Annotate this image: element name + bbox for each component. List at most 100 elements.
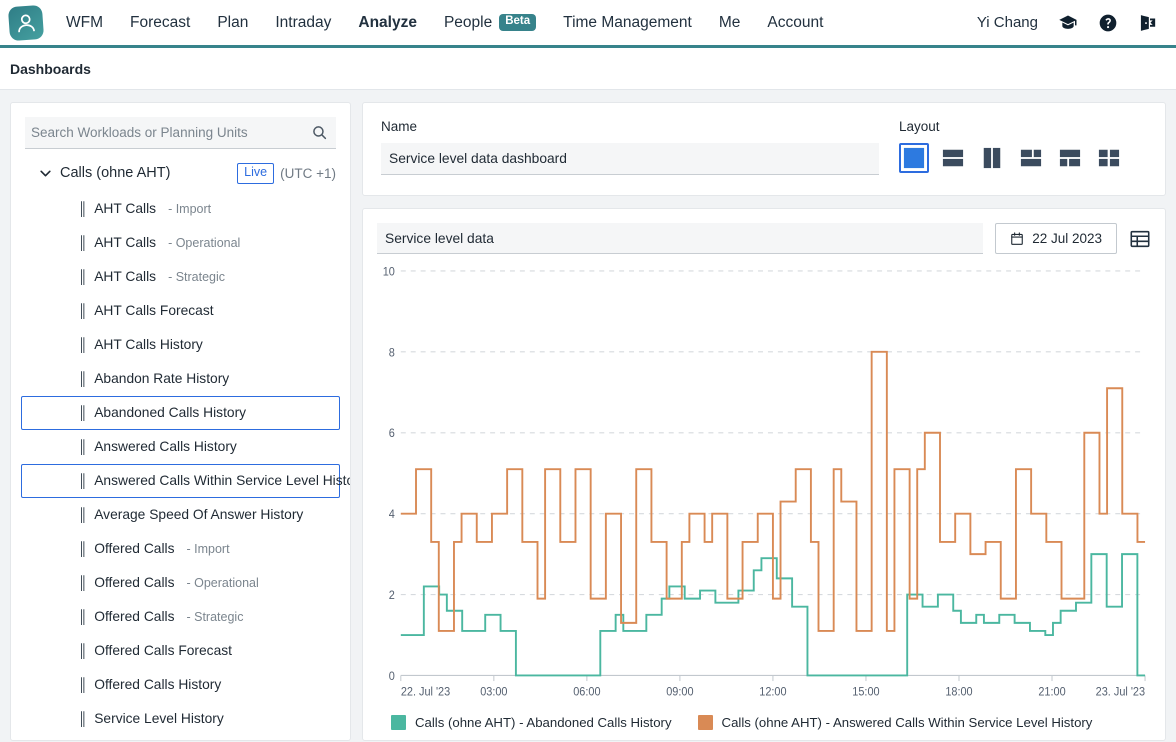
list-item[interactable]: ║ Offered Calls - Operational [11,566,350,600]
nav-item-time-management[interactable]: Time Management [563,14,692,32]
list-item-sublabel: - Import [168,201,212,216]
person-avatar-icon [7,4,45,41]
layout-option-two-rows[interactable] [938,143,968,173]
list-item[interactable]: ║ Answered Calls History [11,430,350,464]
list-item[interactable]: ║ Offered Calls History [11,668,350,702]
drag-handle-icon[interactable]: ║ [78,507,87,522]
svg-text:4: 4 [389,508,396,522]
chart-widget-header: 22 Jul 2023 [377,223,1151,254]
nav-item-label: Intraday [275,13,332,31]
svg-text:2: 2 [389,588,395,602]
breadcrumb[interactable]: Dashboards [10,61,91,77]
svg-text:22. Jul '23: 22. Jul '23 [401,685,450,699]
list-item-sublabel: - Import [186,541,230,556]
layout-option-single[interactable] [899,143,929,173]
drag-handle-icon[interactable]: ║ [78,235,87,250]
list-item[interactable]: ║ AHT Calls History [11,328,350,362]
list-item-selected-answered-calls-within-service-level[interactable]: ║ Answered Calls Within Service Level His… [21,463,350,498]
list-item-sublabel: - Operational [168,235,241,250]
list-item-label: Average Speed Of Answer History [94,507,304,523]
nav-item-label: People [443,13,493,31]
legend-item-abandoned-calls-history[interactable]: Calls (ohne AHT) - Abandoned Calls Histo… [391,715,672,730]
list-item-sublabel: - Strategic [168,269,226,284]
chevron-down-icon[interactable] [39,167,52,180]
nav-item-account[interactable]: Account [767,14,823,32]
drag-handle-icon[interactable]: ║ [78,473,87,488]
calendar-icon [1010,231,1024,246]
legend-item-answered-calls-within-service-level-history[interactable]: Calls (ohne AHT) - Answered Calls Within… [697,715,1093,730]
legend-label: Calls (ohne AHT) - Answered Calls Within… [721,715,1093,730]
layout-option-two-columns[interactable] [977,143,1007,173]
help-circle-icon[interactable] [1098,13,1118,33]
list-item-label: Answered Calls History [94,439,237,455]
layout-group: Layout [899,119,1147,173]
list-item-label: Offered Calls [94,575,175,591]
drag-handle-icon[interactable]: ║ [78,711,87,726]
layout-option-quad[interactable] [1094,143,1124,173]
layout-option-two-top-one-bottom[interactable] [1016,143,1046,173]
drag-handle-icon[interactable]: ║ [78,303,87,318]
nav-item-me[interactable]: Me [719,14,741,32]
sign-out-icon[interactable] [1138,13,1158,33]
graduation-cap-icon[interactable] [1058,13,1078,33]
nav-item-wfm[interactable]: WFM [66,14,103,32]
nav-item-forecast[interactable]: Forecast [130,14,190,32]
search-icon[interactable] [311,124,328,141]
dashboard-name-input[interactable] [381,143,879,175]
list-item[interactable]: ║ Abandon Rate History [11,362,350,396]
drag-handle-icon[interactable]: ║ [78,643,87,658]
drag-handle-icon[interactable]: ║ [78,439,87,454]
list-item[interactable]: ║ Offered Calls - Import [11,532,350,566]
list-item[interactable]: ║ AHT Calls - Import [11,192,350,226]
nav-item-plan[interactable]: Plan [217,14,248,32]
list-item-label: AHT Calls [94,235,157,251]
drag-handle-icon[interactable]: ║ [78,575,87,590]
svg-text:18:00: 18:00 [945,685,972,699]
drag-handle-icon[interactable]: ║ [78,201,87,216]
drag-handle-icon[interactable]: ║ [78,337,87,352]
dashboard-name-group: Name [381,119,899,175]
drag-handle-icon[interactable]: ║ [78,541,87,556]
nav-item-analyze[interactable]: Analyze [358,14,417,32]
list-item[interactable]: ║ Average Speed Of Answer History [11,498,350,532]
nav-item-intraday[interactable]: Intraday [275,14,331,32]
list-item-sublabel: - Strategic [186,609,244,624]
page-body: Calls (ohne AHT) Live (UTC +1) ║ AHT Call… [0,90,1176,741]
layout-options [899,143,1147,173]
live-badge[interactable]: Live [237,163,275,184]
list-item-selected-abandoned-calls-history[interactable]: ║ Abandoned Calls History [21,395,340,430]
layout-option-one-top-two-bottom[interactable] [1055,143,1085,173]
service-level-step-chart[interactable]: 0 2 4 6 8 10 22. Jul '23 03:00 06:00 09:00 12:00 15… [377,262,1151,709]
list-item[interactable]: ║ Service Level History [11,702,350,736]
workload-group-header[interactable]: Calls (ohne AHT) Live (UTC +1) [11,149,350,192]
list-item[interactable]: ║ AHT Calls - Strategic [11,260,350,294]
svg-text:6: 6 [389,427,395,441]
nav-item-list: WFM Forecast Plan Intraday Analyze Peopl… [66,14,823,32]
list-item-label: Abandon Rate History [94,371,230,387]
drag-handle-icon[interactable]: ║ [78,269,87,284]
drag-handle-icon[interactable]: ║ [78,677,87,692]
chart-legend: Calls (ohne AHT) - Abandoned Calls Histo… [377,709,1151,740]
search-row [11,117,350,149]
table-grid-icon[interactable] [1129,228,1151,250]
drag-handle-icon[interactable]: ║ [78,371,87,386]
list-item[interactable]: ║ AHT Calls - Operational [11,226,350,260]
app-logo[interactable] [0,4,52,41]
list-item-label: Offered Calls [94,609,175,625]
drag-handle-icon[interactable]: ║ [78,609,87,624]
user-name[interactable]: Yi Chang [977,14,1038,31]
nav-item-people[interactable]: People Beta [443,13,537,32]
list-item[interactable]: ║ Offered Calls - Strategic [11,600,350,634]
svg-text:09:00: 09:00 [666,685,693,699]
search-input[interactable] [31,125,311,140]
beta-badge: Beta [499,14,537,31]
svg-text:03:00: 03:00 [480,685,507,699]
search-box[interactable] [25,117,336,149]
workload-sidebar: Calls (ohne AHT) Live (UTC +1) ║ AHT Call… [10,102,351,741]
drag-handle-icon[interactable]: ║ [78,405,87,420]
list-item[interactable]: ║ Offered Calls Forecast [11,634,350,668]
widget-title-input[interactable] [377,223,984,254]
list-item-label: AHT Calls History [94,337,203,353]
date-picker[interactable]: 22 Jul 2023 [995,223,1117,254]
list-item[interactable]: ║ AHT Calls Forecast [11,294,350,328]
